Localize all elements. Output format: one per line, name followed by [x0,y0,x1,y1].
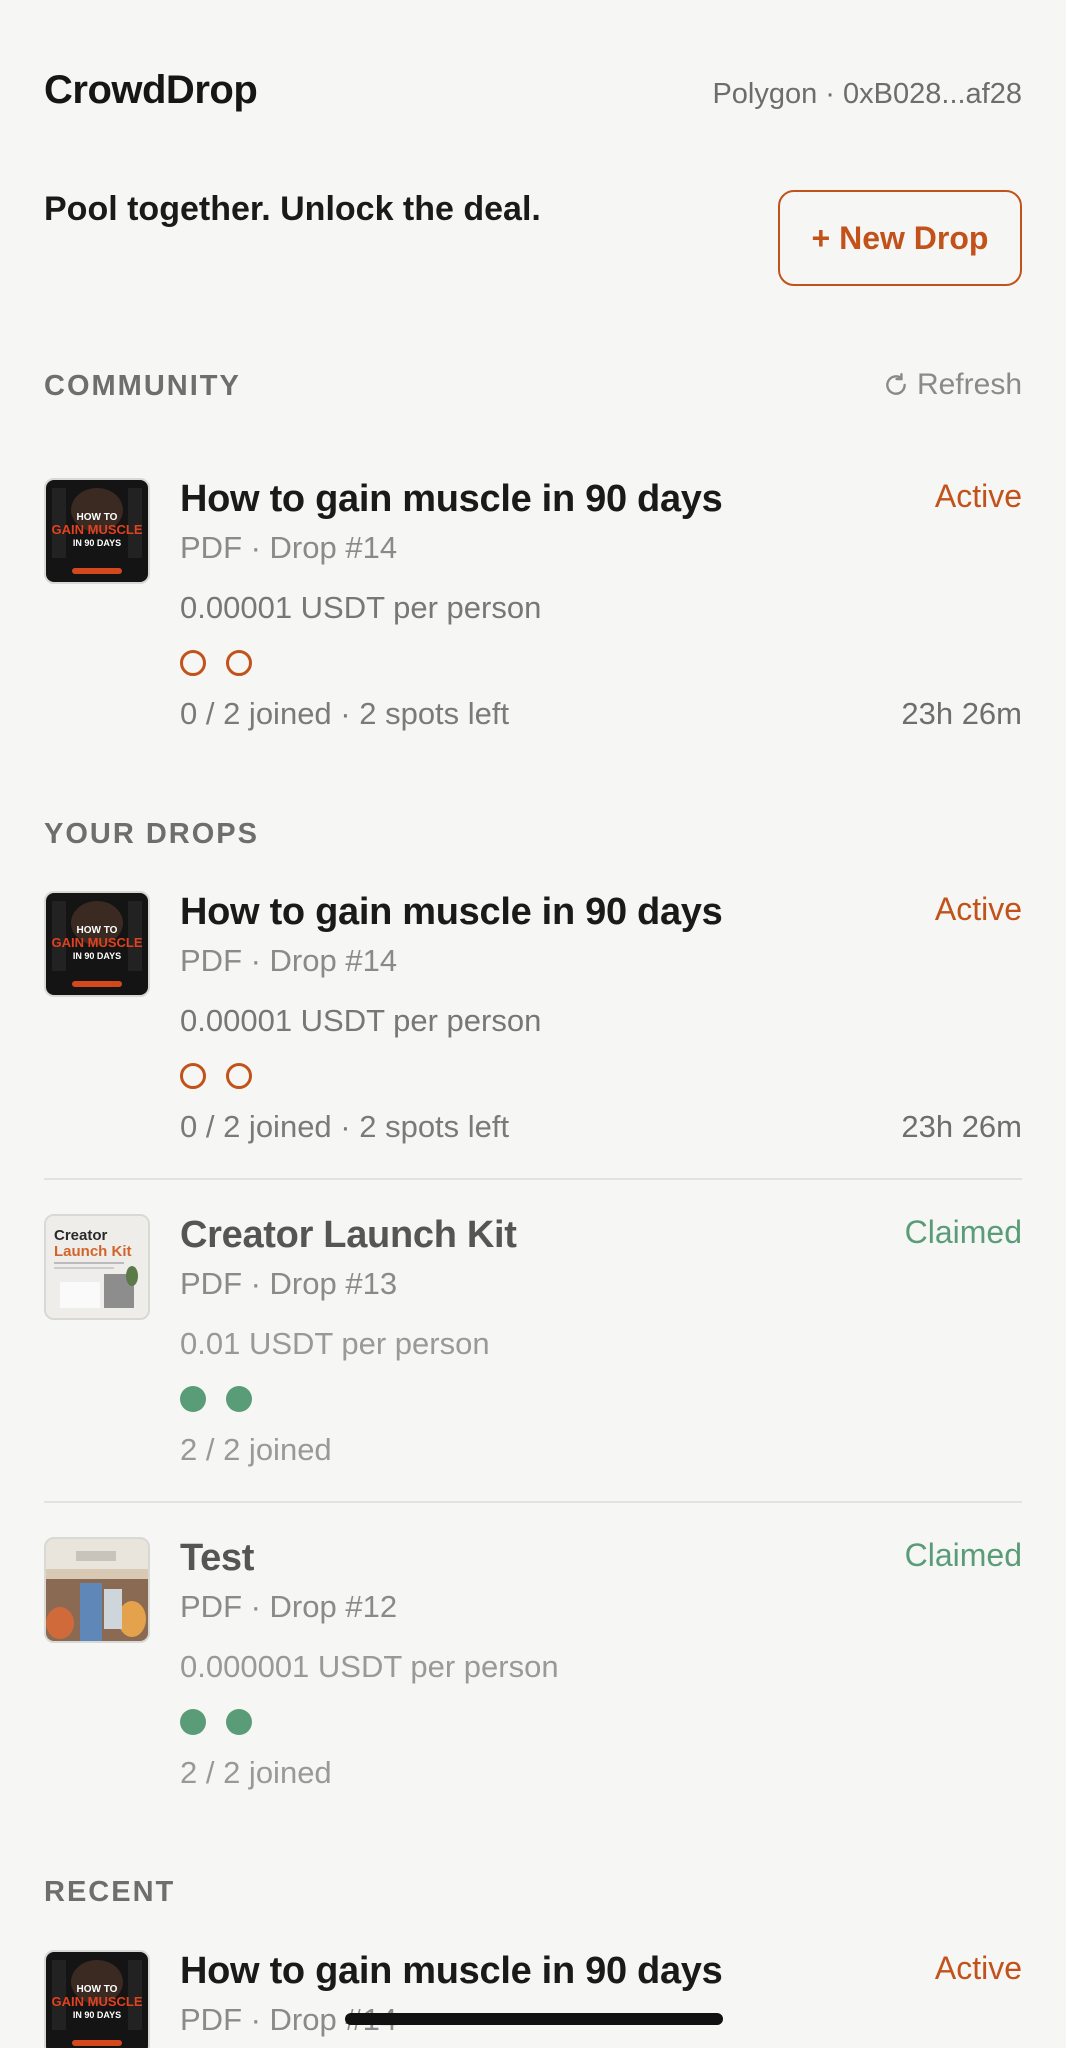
filled-slot-icon [226,1709,252,1735]
status-badge: Active [934,1950,1022,1986]
drop-title: How to gain muscle in 90 days [180,478,723,520]
time-left: 23h 26m [901,1109,1022,1144]
drop-title: How to gain muscle in 90 days [180,1950,723,1992]
status-badge: Claimed [904,1537,1022,1573]
drop-title: Test [180,1537,255,1579]
svg-text:GAIN MUSCLE: GAIN MUSCLE [52,522,143,537]
empty-slot-icon [180,650,206,676]
divider [44,1501,1022,1503]
drop-thumbnail [44,1537,150,1643]
drop-price: 0.000001 USDT per person [180,1649,559,1684]
drop-thumbnail: HOW TO GAIN MUSCLE IN 90 DAYS [44,1950,150,2048]
drop-meta: PDF · Drop #13 [180,1266,398,1301]
drop-meta: PDF · Drop #14 [180,943,398,978]
refresh-button[interactable]: Refresh [883,368,1022,402]
home-indicator[interactable] [345,2013,723,2025]
svg-text:Launch Kit: Launch Kit [54,1243,132,1260]
section-label-community: COMMUNITY [44,370,241,402]
participant-dots [180,1709,252,1735]
svg-text:IN 90 DAYS: IN 90 DAYS [73,951,121,961]
drop-card-recent-14[interactable]: HOW TO GAIN MUSCLE IN 90 DAYS How to gai… [44,1950,1022,2048]
drop-card-your-12[interactable]: Test Claimed PDF · Drop #12 0.000001 USD… [44,1537,1022,1837]
drop-meta: PDF · Drop #14 [180,530,398,565]
drop-thumbnail: HOW TO GAIN MUSCLE IN 90 DAYS [44,478,150,584]
svg-text:GAIN MUSCLE: GAIN MUSCLE [52,935,143,950]
joined-count: 2 / 2 joined [180,1432,332,1467]
refresh-label: Refresh [916,368,1022,401]
joined-count: 0 / 2 joined · 2 spots left [180,696,510,731]
filled-slot-icon [180,1709,206,1735]
new-drop-button[interactable]: + New Drop [778,190,1022,286]
drop-card-your-13[interactable]: Creator Launch Kit Creator Launch Kit Cl… [44,1214,1022,1514]
participant-dots [180,1063,252,1089]
svg-text:Creator: Creator [54,1227,108,1244]
drop-card-community-14[interactable]: HOW TO GAIN MUSCLE IN 90 DAYS How to gai… [44,478,1022,778]
participant-dots [180,650,252,676]
filled-slot-icon [180,1386,206,1412]
joined-count: 2 / 2 joined [180,1755,332,1790]
section-label-recent: RECENT [44,1876,176,1908]
svg-text:GAIN MUSCLE: GAIN MUSCLE [52,1994,143,2009]
tagline: Pool together. Unlock the deal. [44,190,541,228]
section-label-your-drops: YOUR DROPS [44,818,259,850]
divider [44,1178,1022,1180]
status-badge: Active [934,478,1022,514]
drop-price: 0.00001 USDT per person [180,1003,542,1038]
drop-price: 0.00001 USDT per person [180,590,542,625]
filled-slot-icon [226,1386,252,1412]
status-badge: Claimed [904,1214,1022,1250]
empty-slot-icon [226,1063,252,1089]
empty-slot-icon [180,1063,206,1089]
drop-title: Creator Launch Kit [180,1214,517,1256]
drop-thumbnail: HOW TO GAIN MUSCLE IN 90 DAYS [44,891,150,997]
svg-text:IN 90 DAYS: IN 90 DAYS [73,538,121,548]
drop-card-your-14[interactable]: HOW TO GAIN MUSCLE IN 90 DAYS How to gai… [44,891,1022,1191]
empty-slot-icon [226,650,252,676]
drop-price: 0.01 USDT per person [180,1326,490,1361]
app-header: CrowdDrop Polygon · 0xB028...af28 [44,68,1022,124]
joined-count: 0 / 2 joined · 2 spots left [180,1109,510,1144]
drop-meta: PDF · Drop #12 [180,1589,398,1624]
drop-thumbnail: Creator Launch Kit [44,1214,150,1320]
wallet-address[interactable]: Polygon · 0xB028...af28 [712,78,1022,111]
app-title: CrowdDrop [44,68,258,112]
refresh-icon [886,372,906,395]
participant-dots [180,1386,252,1412]
time-left: 23h 26m [901,696,1022,731]
status-badge: Active [934,891,1022,927]
svg-text:IN 90 DAYS: IN 90 DAYS [73,2010,121,2020]
drop-title: How to gain muscle in 90 days [180,891,723,933]
